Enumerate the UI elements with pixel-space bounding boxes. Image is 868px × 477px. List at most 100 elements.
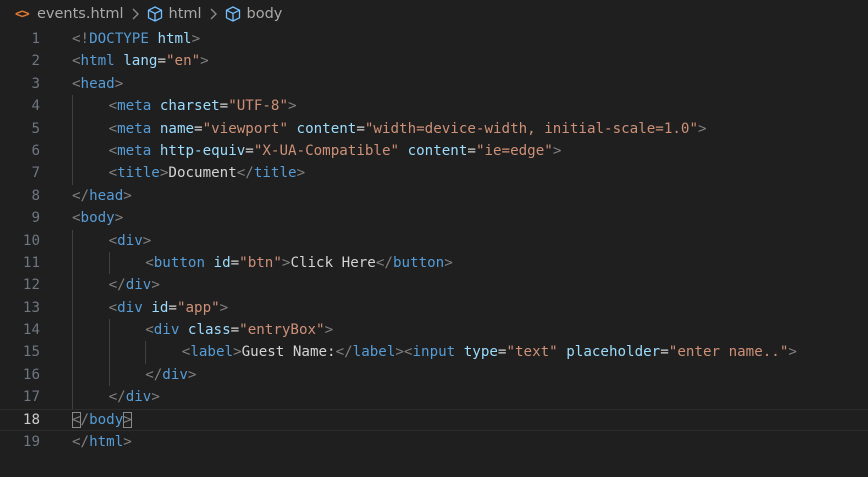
code-token: > — [698, 120, 707, 137]
indent-guide — [72, 363, 73, 387]
code-line[interactable]: 5 <meta name="viewport" content="width=de… — [0, 117, 868, 140]
code-text: <div> — [109, 230, 152, 252]
code-token: > — [151, 277, 160, 294]
line-number: 4 — [31, 98, 40, 115]
code-token: DOCTYPE — [89, 31, 149, 47]
indent-guide — [108, 363, 110, 387]
code-line[interactable]: 10 <div> — [0, 229, 868, 252]
code-token: > — [151, 389, 160, 406]
code-token: = — [219, 98, 229, 115]
code-token: meta — [117, 120, 152, 137]
code-token: lang — [123, 53, 158, 70]
code-token: div — [162, 366, 188, 383]
line-number: 16 — [22, 366, 40, 383]
code-line[interactable]: 12 </div> — [0, 274, 868, 297]
html-file-icon: <> — [15, 6, 30, 22]
code-token: </ — [72, 187, 90, 204]
code-token: = — [230, 254, 240, 271]
code-token: "en" — [165, 53, 201, 70]
code-token: Click Here — [290, 254, 376, 271]
code-token: > — [296, 165, 306, 182]
code-token: > — [788, 344, 797, 361]
code-token: </ — [236, 165, 254, 182]
code-token: id — [213, 254, 231, 271]
code-line[interactable]: 11 <button id="btn">Click Here</button> — [0, 251, 868, 275]
code-text: <title>Document</title> — [109, 162, 306, 184]
code-text: <!DOCTYPE html> — [72, 28, 200, 50]
indent-guide — [72, 386, 73, 409]
indent-guide — [108, 319, 110, 342]
code-line[interactable]: 1 <!DOCTYPE html> — [0, 28, 868, 50]
code-line[interactable]: 7 <title>Document</title> — [0, 162, 868, 185]
indent-guide — [72, 139, 73, 163]
code-token: < — [108, 299, 118, 316]
code-token: class — [187, 322, 231, 339]
code-area[interactable]: 1 <!DOCTYPE html> 2 <html lang="en"> 3 <head>… — [0, 28, 868, 453]
code-text: </div> — [109, 274, 160, 296]
code-token: body — [89, 411, 124, 428]
breadcrumb-file[interactable]: <> events.html — [0, 6, 124, 22]
code-token: <! — [72, 31, 90, 47]
code-token: < — [108, 98, 118, 115]
code-token: > — [191, 31, 201, 47]
code-token: button — [153, 254, 205, 271]
code-token: div — [153, 322, 180, 339]
code-token: "enter name.." — [668, 344, 789, 361]
line-number: 13 — [22, 299, 40, 316]
indent-guide — [72, 274, 73, 297]
code-token: charset — [159, 98, 220, 115]
code-line[interactable]: 6 <meta http-equiv="X-UA-Compatible" cont… — [0, 139, 868, 163]
code-text: <body> — [72, 207, 123, 229]
code-token: < — [108, 232, 118, 249]
code-token: < — [145, 322, 154, 339]
code-token: title — [117, 165, 160, 182]
code-line[interactable]: 4 <meta charset="UTF-8"> — [0, 95, 868, 118]
code-token: = — [660, 344, 669, 361]
code-token: meta — [117, 142, 152, 159]
line-number: 19 — [22, 434, 40, 451]
code-token: "app" — [176, 299, 220, 316]
line-number: 8 — [31, 187, 40, 204]
chevron-right-icon — [124, 6, 146, 22]
indent-guide — [72, 95, 73, 118]
code-text: <label>Guest Name:</label><input type="t… — [182, 341, 797, 363]
code-line[interactable]: 13 <div id="app"> — [0, 296, 868, 320]
code-text: <div id="app"> — [109, 297, 229, 319]
code-token: < — [108, 120, 118, 137]
code-token: > — [233, 344, 242, 361]
code-token: "X-UA-Compatible" — [253, 142, 400, 159]
code-line[interactable]: 18 </body> — [0, 409, 868, 431]
code-line[interactable]: 19 </html> — [0, 431, 868, 453]
breadcrumb-item-label: html — [168, 6, 202, 22]
line-number: 14 — [22, 322, 40, 339]
code-token: placeholder — [566, 344, 661, 361]
line-number: 10 — [22, 232, 40, 249]
code-text: <meta http-equiv="X-UA-Compatible" conte… — [109, 140, 562, 162]
code-line[interactable]: 8 </head> — [0, 185, 868, 207]
breadcrumb-item-body[interactable]: body — [224, 5, 282, 23]
breadcrumb-item-html[interactable]: html — [146, 5, 202, 23]
code-line[interactable]: 9 <body> — [0, 207, 868, 229]
code-token: > — [142, 232, 152, 249]
code-line[interactable]: 3 <head> — [0, 73, 868, 95]
code-editor[interactable]: <> events.html html body 1 <!DOCTYPE html… — [0, 0, 868, 477]
indent-guide — [72, 296, 73, 320]
code-token: = — [467, 142, 476, 159]
code-token: div — [117, 232, 143, 249]
code-token: < — [145, 254, 154, 271]
code-token: </ — [108, 277, 126, 294]
code-token: = — [356, 120, 365, 137]
code-line[interactable]: 14 <div class="entryBox"> — [0, 319, 868, 342]
code-token: Guest Name: — [241, 344, 336, 361]
code-token: > — [123, 411, 132, 428]
code-line[interactable]: 15 <label>Guest Name:</label><input type=… — [0, 341, 868, 364]
code-line[interactable]: 2 <html lang="en"> — [0, 50, 868, 72]
code-line[interactable]: 16 </div> — [0, 363, 868, 387]
code-token: >< — [395, 344, 413, 361]
line-number: 9 — [31, 210, 40, 227]
code-line[interactable]: 17 </div> — [0, 386, 868, 409]
